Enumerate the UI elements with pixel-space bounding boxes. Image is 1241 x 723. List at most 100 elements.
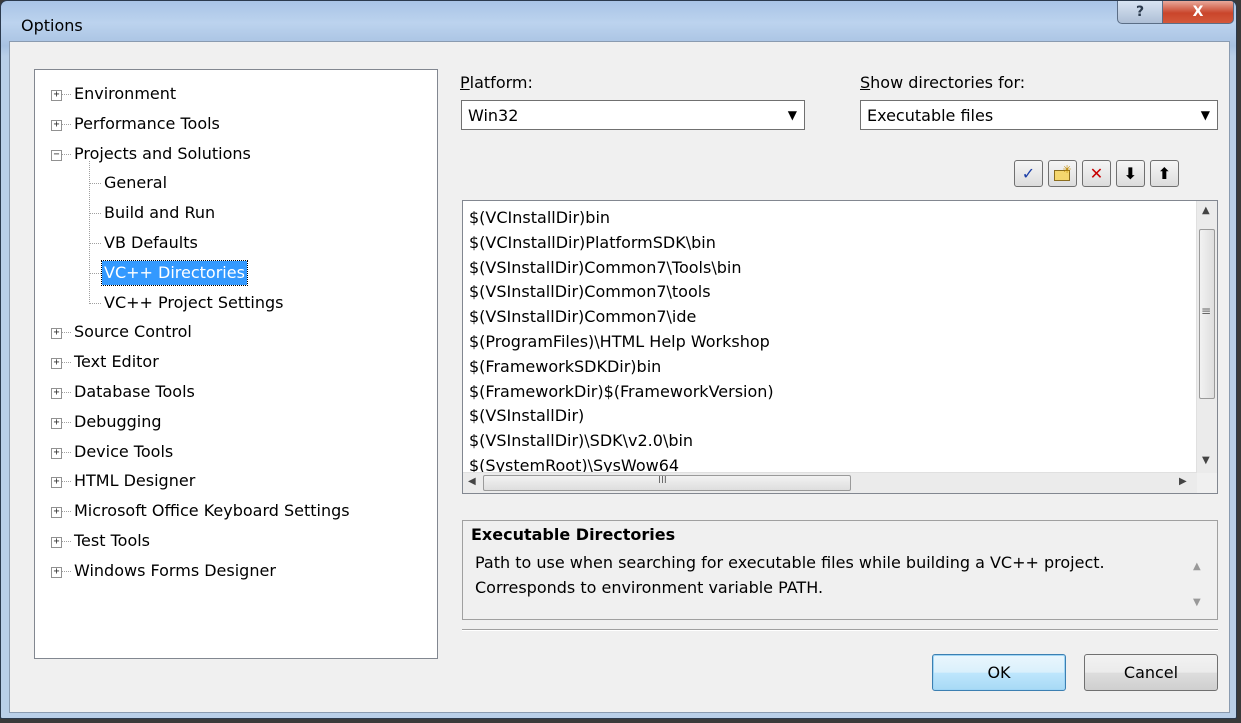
expand-icon[interactable]: + bbox=[51, 358, 62, 370]
scroll-down-icon[interactable]: ▼ bbox=[1202, 455, 1210, 466]
expand-icon[interactable]: + bbox=[51, 90, 62, 101]
expand-icon[interactable]: + bbox=[51, 119, 62, 131]
tree-connector bbox=[62, 123, 71, 125]
expand-icon[interactable]: + bbox=[51, 507, 62, 519]
tree-connector bbox=[62, 332, 71, 334]
expand-icon[interactable]: + bbox=[51, 566, 62, 578]
tree-connector bbox=[62, 541, 71, 542]
tree-connector bbox=[62, 421, 71, 423]
tree-item-html-designer[interactable]: + HTML Designer bbox=[35, 468, 435, 494]
move-down-button[interactable]: ⬇ bbox=[1116, 160, 1145, 187]
directory-list[interactable]: $(VCInstallDir)bin $(VCInstallDir)Platfor… bbox=[462, 200, 1218, 494]
directory-row[interactable]: $(VSInstallDir) bbox=[469, 403, 584, 428]
show-directories-label: Show directories for: bbox=[860, 73, 1025, 92]
tree-item-vc-project-settings[interactable]: VC++ Project Settings bbox=[35, 290, 435, 316]
tree-connector bbox=[89, 183, 101, 185]
desc-scroll-up-icon[interactable]: ▲ bbox=[1193, 561, 1201, 572]
directory-row[interactable]: $(VCInstallDir)bin bbox=[469, 205, 610, 230]
tree-item-label: Debugging bbox=[74, 411, 162, 431]
expand-icon[interactable]: + bbox=[51, 328, 62, 340]
scroll-right-icon[interactable]: ▶ bbox=[1179, 476, 1187, 487]
options-tree[interactable]: + Environment + Performance Tools − Projects … bbox=[34, 69, 438, 659]
ok-button[interactable]: OK bbox=[932, 654, 1066, 691]
tree-item-device-tools[interactable]: + Device Tools bbox=[35, 439, 435, 465]
tree-item-test-tools[interactable]: + Test Tools bbox=[35, 528, 435, 554]
scroll-up-icon[interactable]: ▲ bbox=[1202, 205, 1210, 216]
tree-connector bbox=[62, 153, 71, 155]
show-lbl-text: Show directories for: bbox=[860, 73, 1026, 92]
tree-item-microsoft-office-keyboard-settings[interactable]: + Microsoft Office Keyboard Settings bbox=[35, 498, 435, 524]
tree-connector bbox=[62, 451, 71, 453]
horizontal-scroll-thumb[interactable]: III bbox=[483, 475, 851, 491]
tree-connector bbox=[62, 570, 71, 572]
show-directories-select[interactable]: Executable files ▼ bbox=[860, 100, 1218, 130]
vertical-scrollbar[interactable]: ▲ ≡ ▼ bbox=[1196, 201, 1217, 473]
new-line-button[interactable]: ✳ bbox=[1048, 160, 1077, 187]
horizontal-scrollbar[interactable]: ◀ III ▶ bbox=[463, 472, 1197, 493]
dropdown-arrow-icon: ▼ bbox=[787, 108, 797, 122]
help-button[interactable]: ? bbox=[1117, 1, 1163, 24]
tree-item-vc-directories[interactable]: VC++ Directories bbox=[35, 259, 435, 286]
vertical-scroll-thumb[interactable]: ≡ bbox=[1199, 229, 1215, 399]
tree-item-label: Test Tools bbox=[74, 531, 151, 550]
close-button[interactable]: X bbox=[1162, 1, 1234, 24]
show-directories-value: Executable files bbox=[867, 106, 994, 125]
title-bar[interactable]: Options ? X bbox=[1, 1, 1236, 41]
delete-icon: ✕ bbox=[1089, 164, 1104, 183]
directory-row[interactable]: $(VSInstallDir)\SDK\v2.0\bin bbox=[469, 428, 693, 453]
expand-icon[interactable]: + bbox=[51, 477, 62, 489]
tree-item-windows-forms-designer[interactable]: + Windows Forms Designer bbox=[35, 558, 435, 584]
tree-item-label: HTML Designer bbox=[74, 471, 196, 491]
window-title: Options bbox=[21, 16, 83, 35]
dropdown-arrow-icon: ▼ bbox=[1200, 108, 1210, 122]
platform-select[interactable]: Win32 ▼ bbox=[461, 100, 805, 130]
apply-button[interactable]: ✓ bbox=[1014, 160, 1043, 187]
description-title: Executable Directories bbox=[471, 525, 676, 544]
directory-row[interactable]: $(ProgramFiles)\HTML Help Workshop bbox=[469, 329, 770, 354]
new-folder-icon: ✳ bbox=[1053, 163, 1072, 181]
tree-item-performance-tools[interactable]: + Performance Tools bbox=[35, 111, 435, 137]
platform-value: Win32 bbox=[468, 106, 519, 125]
directory-row[interactable]: $(VCInstallDir)PlatformSDK\bin bbox=[469, 230, 716, 255]
expand-icon[interactable]: + bbox=[51, 417, 62, 429]
separator bbox=[462, 629, 1218, 631]
move-up-button[interactable]: ⬆ bbox=[1150, 160, 1179, 187]
dialog-client: + Environment + Performance Tools − Projects … bbox=[9, 41, 1230, 713]
tree-item-general[interactable]: General bbox=[35, 170, 435, 196]
directory-row[interactable]: $(VSInstallDir)Common7\tools bbox=[469, 279, 711, 304]
tree-connector bbox=[89, 213, 101, 215]
check-icon: ✓ bbox=[1021, 164, 1036, 183]
directory-row[interactable]: $(FrameworkDir)$(FrameworkVersion) bbox=[469, 379, 774, 404]
tree-item-database-tools[interactable]: + Database Tools bbox=[35, 379, 435, 405]
scroll-left-icon[interactable]: ◀ bbox=[468, 476, 476, 487]
tree-item-label: Device Tools bbox=[74, 441, 174, 461]
tree-item-source-control[interactable]: + Source Control bbox=[35, 319, 435, 345]
tree-item-environment[interactable]: + Environment bbox=[35, 81, 435, 107]
tree-item-debugging[interactable]: + Debugging bbox=[35, 409, 435, 435]
expand-icon[interactable]: + bbox=[51, 388, 62, 399]
expand-icon[interactable]: + bbox=[51, 537, 62, 548]
tree-connector bbox=[62, 362, 71, 364]
directory-row[interactable]: $(VSInstallDir)Common7\Tools\bin bbox=[469, 255, 741, 280]
tree-item-vb-defaults[interactable]: VB Defaults bbox=[35, 230, 435, 256]
tree-connector bbox=[62, 392, 71, 393]
tree-connector bbox=[89, 272, 101, 274]
tree-item-label: Windows Forms Designer bbox=[74, 560, 276, 580]
tree-connector bbox=[89, 243, 101, 244]
description-panel: Executable Directories Path to use when … bbox=[462, 520, 1218, 620]
tree-item-label: Build and Run bbox=[104, 203, 216, 223]
desc-scroll-down-icon[interactable]: ▼ bbox=[1193, 597, 1201, 608]
tree-item-label: Database Tools bbox=[74, 382, 195, 401]
directory-row[interactable]: $(VSInstallDir)Common7\ide bbox=[469, 304, 696, 329]
arrow-up-icon: ⬆ bbox=[1157, 164, 1172, 183]
tree-item-projects-and-solutions[interactable]: − Projects and Solutions bbox=[35, 141, 435, 167]
directory-row[interactable]: $(FrameworkSDKDir)bin bbox=[469, 354, 661, 379]
collapse-icon[interactable]: − bbox=[51, 149, 62, 161]
description-text: Path to use when searching for executabl… bbox=[475, 553, 1105, 597]
delete-button[interactable]: ✕ bbox=[1082, 160, 1111, 187]
tree-item-label: Text Editor bbox=[74, 352, 159, 372]
tree-item-text-editor[interactable]: + Text Editor bbox=[35, 349, 435, 375]
tree-item-build-and-run[interactable]: Build and Run bbox=[35, 200, 435, 226]
cancel-button[interactable]: Cancel bbox=[1084, 654, 1218, 691]
expand-icon[interactable]: + bbox=[51, 447, 62, 459]
